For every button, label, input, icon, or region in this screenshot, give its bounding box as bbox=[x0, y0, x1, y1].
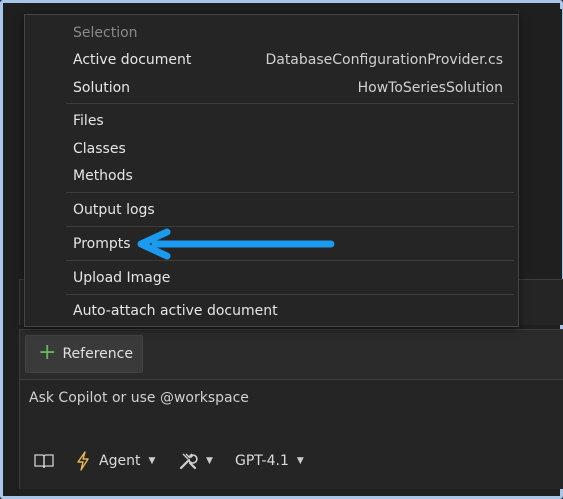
menu-item-methods[interactable]: Methods bbox=[73, 166, 503, 186]
menu-item-output-logs[interactable]: Output logs bbox=[73, 200, 503, 220]
agent-mode-label: Agent bbox=[99, 453, 141, 469]
chevron-down-icon: ▼ bbox=[206, 456, 213, 466]
menu-item-value: DatabaseConfigurationProvider.cs bbox=[265, 52, 503, 68]
tools-icon bbox=[179, 453, 198, 470]
reference-button[interactable]: + Reference bbox=[25, 335, 143, 373]
agent-mode-dropdown[interactable]: Agent ▼ bbox=[75, 451, 155, 471]
model-label: GPT-4.1 bbox=[235, 453, 289, 469]
background-editor-area bbox=[518, 9, 562, 279]
menu-separator bbox=[66, 226, 514, 227]
menu-item-solution[interactable]: Solution HowToSeriesSolution bbox=[73, 78, 503, 98]
menu-item-value: HowToSeriesSolution bbox=[357, 80, 503, 96]
menu-item-active-document[interactable]: Active document DatabaseConfigurationPro… bbox=[73, 50, 503, 70]
chat-toolbar: Agent ▼ ▼ GPT-4.1 ▼ bbox=[20, 446, 420, 476]
blue-arrow-annotation bbox=[137, 228, 335, 260]
menu-item-label: Solution bbox=[73, 80, 131, 96]
menu-separator bbox=[66, 294, 514, 295]
model-dropdown[interactable]: GPT-4.1 ▼ bbox=[235, 453, 304, 469]
attach-context-menu: Selection Active document DatabaseConfig… bbox=[24, 14, 519, 327]
window-frame: + Reference Ask Copilot or use @workspac… bbox=[0, 0, 563, 499]
menu-item-auto-attach[interactable]: Auto-attach active document bbox=[73, 301, 503, 321]
menu-item-upload-image[interactable]: Upload Image bbox=[73, 268, 503, 288]
menu-item-label: Active document bbox=[73, 52, 192, 68]
menu-separator bbox=[66, 192, 514, 193]
menu-separator bbox=[66, 260, 514, 261]
menu-item-files[interactable]: Files bbox=[73, 111, 503, 131]
chevron-down-icon: ▼ bbox=[148, 456, 156, 466]
tools-dropdown[interactable]: ▼ bbox=[178, 451, 213, 471]
menu-section-header: Selection bbox=[73, 25, 138, 41]
plus-icon: + bbox=[38, 340, 57, 365]
menu-separator bbox=[66, 103, 514, 104]
chat-input[interactable]: Ask Copilot or use @workspace Agent ▼ ▼ … bbox=[20, 379, 563, 489]
menu-item-classes[interactable]: Classes bbox=[73, 139, 503, 159]
chat-panel: + Reference Ask Copilot or use @workspac… bbox=[19, 329, 563, 489]
book-icon[interactable] bbox=[34, 453, 54, 469]
chat-input-placeholder: Ask Copilot or use @workspace bbox=[29, 390, 249, 406]
reference-label: Reference bbox=[62, 346, 133, 362]
lightning-icon bbox=[77, 451, 89, 471]
chevron-down-icon: ▼ bbox=[296, 456, 304, 466]
